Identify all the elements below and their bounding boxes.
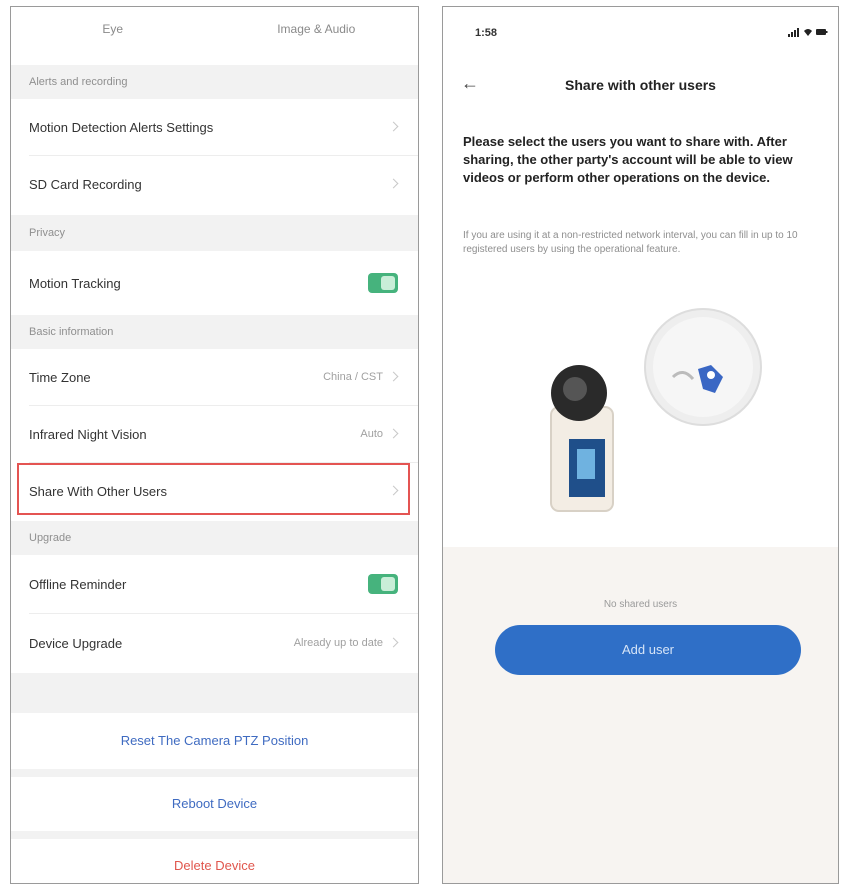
offline-reminder-toggle[interactable]: [368, 574, 398, 594]
settings-tabs: Eye Image & Audio: [11, 7, 418, 57]
row-label: Infrared Night Vision: [29, 426, 147, 442]
section-header-alerts: Alerts and recording: [11, 65, 418, 99]
signal-wifi-battery-icon: [788, 28, 828, 37]
share-subtext: If you are using it at a non-restricted …: [463, 230, 798, 255]
row-label: Motion Detection Alerts Settings: [29, 119, 214, 135]
spacer: [11, 769, 418, 777]
reboot-device-button[interactable]: Reboot Device: [11, 777, 418, 831]
motion-tracking-toggle[interactable]: [368, 273, 398, 293]
add-user-button[interactable]: Add user: [495, 625, 801, 675]
row-label: Offline Reminder: [29, 576, 127, 592]
toggle-knob: [381, 276, 395, 290]
status-icons: [788, 27, 828, 40]
section-header-upgrade: Upgrade: [11, 521, 418, 555]
toggle-knob: [381, 577, 395, 591]
chevron-right-icon: [389, 120, 398, 134]
section-header-basic-info: Basic information: [11, 315, 418, 349]
row-device-upgrade[interactable]: Device Upgrade Already up to date: [11, 614, 418, 672]
page-title: Share with other users: [565, 77, 716, 93]
row-label: Device Upgrade: [29, 635, 123, 651]
spacer: [11, 673, 418, 713]
spacer: [11, 831, 418, 839]
tab-image-audio[interactable]: Image & Audio: [215, 7, 419, 57]
section-header-privacy: Privacy: [11, 215, 418, 251]
row-offline-reminder: Offline Reminder: [11, 555, 418, 613]
bottom-panel: [443, 547, 838, 883]
status-time: 1:58: [475, 27, 498, 39]
row-value: China / CST: [323, 371, 383, 383]
camera-share-illustration: [533, 307, 773, 517]
delete-device-button[interactable]: Delete Device: [11, 839, 418, 883]
chevron-right-icon: [389, 427, 398, 441]
highlight-box: [17, 463, 410, 515]
no-shared-users-note: No shared users: [603, 599, 678, 610]
row-label: Time Zone: [29, 369, 91, 385]
tab-eye[interactable]: Eye: [11, 7, 215, 57]
share-headline: Please select the users you want to shar…: [463, 134, 793, 185]
chevron-right-icon: [389, 370, 398, 384]
row-label: Motion Tracking: [29, 275, 121, 291]
chevron-right-icon: [389, 177, 398, 191]
share-screen: 1:58 ← Share with other users Please sel…: [442, 6, 839, 884]
row-infrared-night-vision[interactable]: Infrared Night Vision Auto: [11, 406, 418, 462]
row-motion-tracking: Motion Tracking: [11, 251, 418, 315]
chevron-right-icon: [389, 636, 398, 650]
row-sd-card-recording[interactable]: SD Card Recording: [11, 156, 418, 212]
status-bar: 1:58: [443, 7, 838, 51]
row-value: Already up to date: [293, 637, 383, 649]
reset-ptz-button[interactable]: Reset The Camera PTZ Position: [11, 713, 418, 769]
row-motion-alerts-settings[interactable]: Motion Detection Alerts Settings: [11, 99, 418, 155]
row-label: SD Card Recording: [29, 176, 142, 192]
row-value: Auto: [360, 428, 383, 440]
settings-screen: Eye Image & Audio Alerts and recording M…: [10, 6, 419, 884]
nav-bar: ← Share with other users: [443, 69, 838, 101]
row-time-zone[interactable]: Time Zone China / CST: [11, 349, 418, 405]
